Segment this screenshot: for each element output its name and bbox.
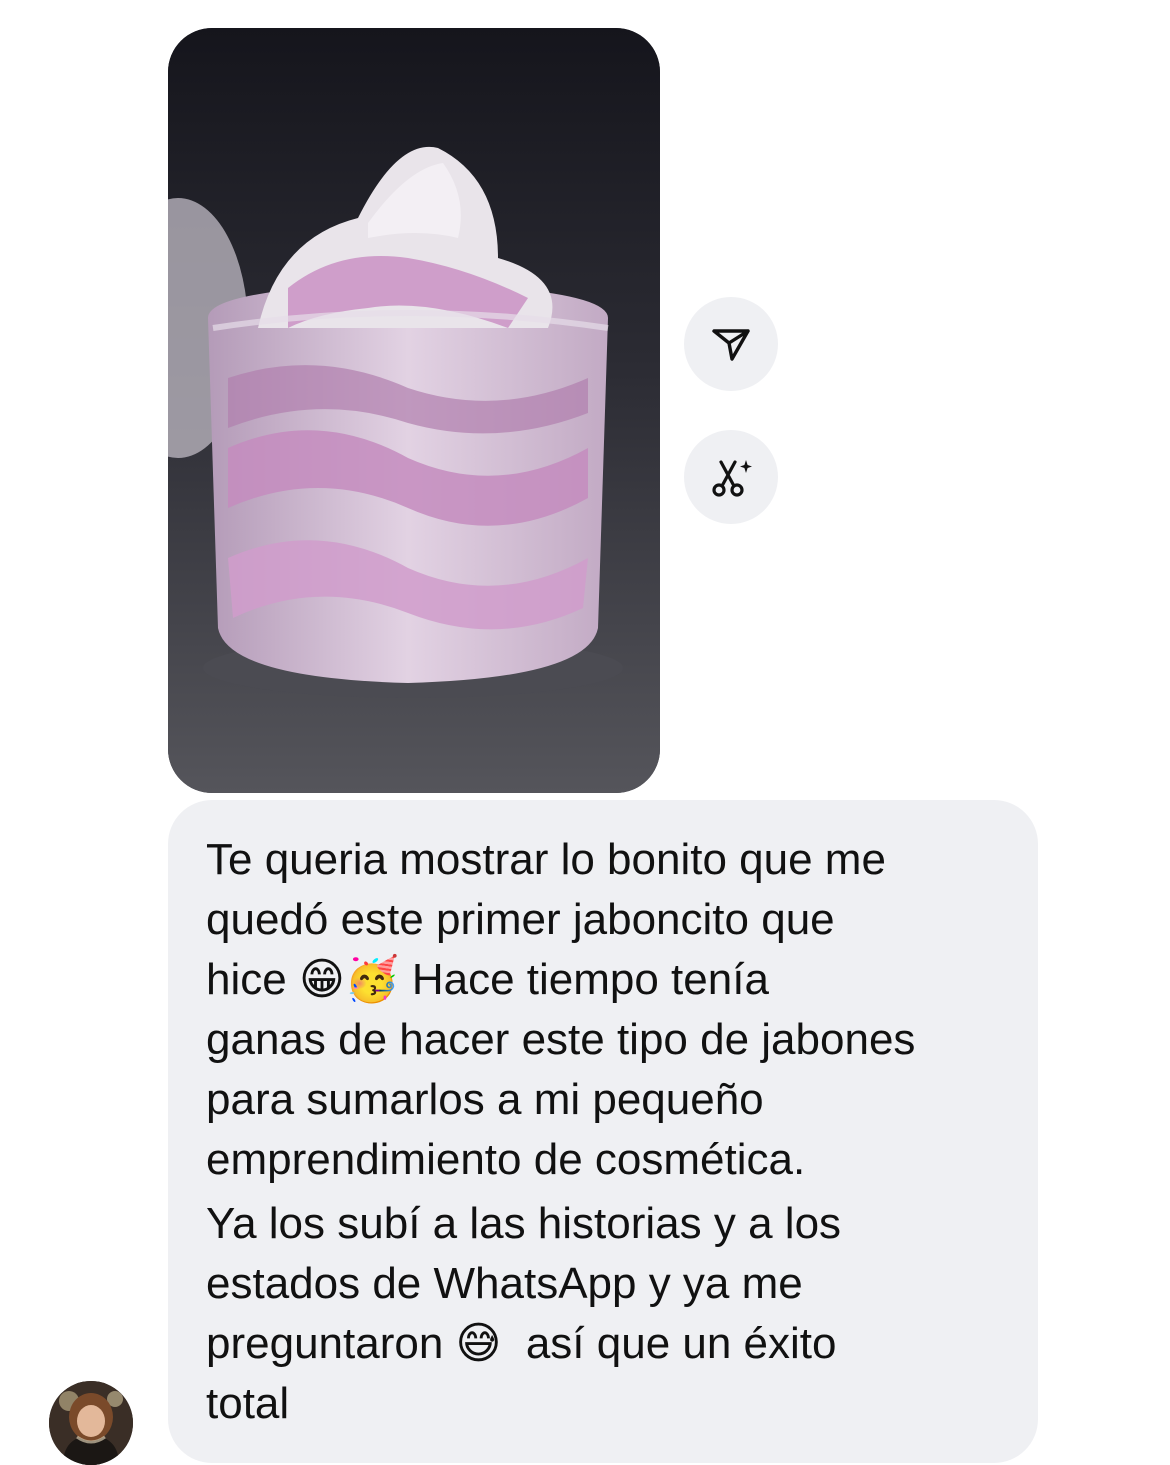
user-avatar-icon xyxy=(49,1381,133,1465)
message-text-paragraph-1: Te queria mostrar lo bonito que me quedó… xyxy=(206,835,916,1184)
scissors-sparkle-icon xyxy=(712,460,752,497)
shared-photo[interactable] xyxy=(168,28,660,793)
remix-button[interactable] xyxy=(684,430,778,524)
sender-avatar[interactable] xyxy=(49,1381,133,1465)
cream-jar-image xyxy=(168,28,660,793)
share-button[interactable] xyxy=(684,297,778,391)
message-bubble[interactable]: Te queria mostrar lo bonito que me quedó… xyxy=(168,800,1038,1463)
message-text-paragraph-2: Ya los subí a las historias y a los esta… xyxy=(206,1199,842,1428)
send-paper-plane-icon xyxy=(712,329,750,361)
